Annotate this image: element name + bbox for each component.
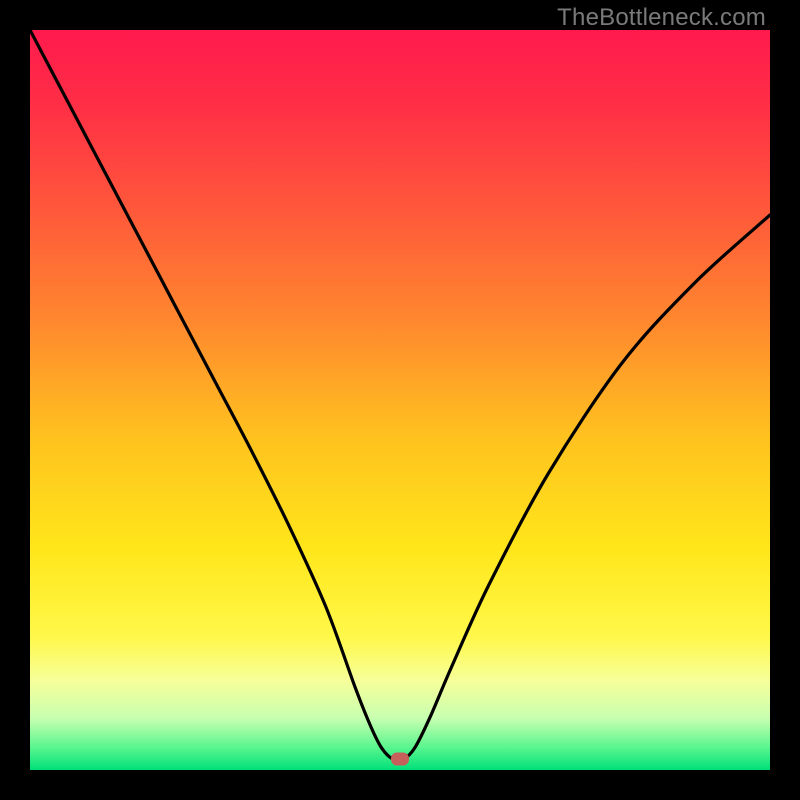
plot-area — [30, 30, 770, 770]
chart-frame: TheBottleneck.com — [0, 0, 800, 800]
watermark-text: TheBottleneck.com — [557, 4, 766, 32]
optimal-point-marker — [391, 752, 409, 765]
bottleneck-curve — [30, 30, 770, 770]
